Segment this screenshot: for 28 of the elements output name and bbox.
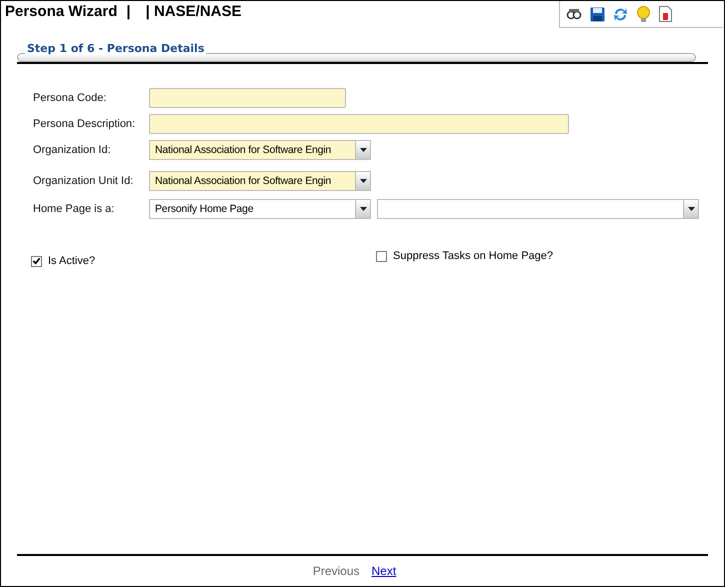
nav-link[interactable]: Next — [372, 564, 396, 578]
dropdown[interactable]: National Association for Software Engin — [149, 140, 371, 160]
binoculars-icon[interactable] — [566, 7, 582, 21]
dropdown-arrow-icon — [360, 179, 366, 183]
field-label: Organization Id: — [33, 144, 112, 156]
checkbox-label: Is Active? — [48, 255, 96, 267]
lightbulb-icon[interactable] — [636, 6, 651, 22]
field-label: Home Page is a: — [33, 203, 116, 215]
dropdown[interactable]: National Association for Software Engin — [149, 171, 371, 191]
checkbox-label: Suppress Tasks on Home Page? — [393, 250, 553, 262]
dropdown-arrow-icon — [688, 207, 694, 211]
field-label: Organization Unit Id: — [33, 175, 134, 187]
window-title: Persona Wizard — [5, 3, 118, 20]
dropdown-arrow-icon — [360, 207, 366, 211]
step-title: Step 1 of 6 - Persona Details — [25, 42, 206, 55]
field-label: Persona Description: — [33, 118, 136, 130]
refresh-icon[interactable] — [613, 6, 628, 22]
field-label: Persona Code: — [33, 92, 108, 104]
checkbox[interactable] — [31, 256, 42, 266]
dropdown-arrow-icon — [360, 148, 366, 152]
checkbox[interactable] — [376, 250, 387, 262]
text-field[interactable] — [149, 88, 346, 108]
text-field[interactable] — [149, 114, 569, 134]
save-icon[interactable] — [590, 6, 605, 22]
title-separator: | — [126, 3, 131, 20]
document-icon[interactable] — [659, 6, 672, 22]
context-label: | NASE/NASE — [146, 3, 242, 20]
dropdown[interactable]: Personify Home Page — [149, 199, 371, 219]
